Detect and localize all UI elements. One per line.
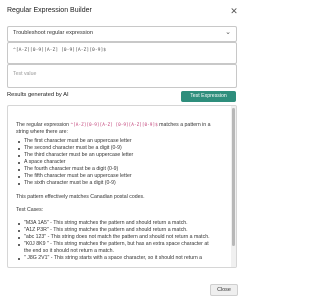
test-case-item: "K0J 8K9 " - This string matches the pat… xyxy=(24,241,209,247)
bullet-dot xyxy=(18,258,20,260)
bullet-dot xyxy=(18,176,20,178)
bullet-item: A space character xyxy=(24,159,66,165)
bullet-dot xyxy=(18,148,20,150)
close-icon[interactable]: ✕ xyxy=(229,6,239,16)
dialog-title: Regular Expression Builder xyxy=(7,7,92,14)
bullet-dot xyxy=(18,230,20,232)
bullet-dot xyxy=(18,155,20,157)
test-value-placeholder: Test value xyxy=(13,71,37,77)
test-case-item: " J8G 2V1" - This string starts with a s… xyxy=(24,255,203,261)
test-case-item: "abc 123" - This string does not match t… xyxy=(24,234,210,240)
bullet-item: The second character must be a digit (0-… xyxy=(24,145,122,151)
bullet-dot xyxy=(18,162,20,164)
bullet-item: The fifth character must be an uppercase… xyxy=(24,173,132,179)
bullet-dot xyxy=(18,141,20,143)
result-scrollbar[interactable] xyxy=(231,106,236,267)
result-content: The regular expression ^[A-Z][0-9][A-Z] … xyxy=(8,106,229,267)
intro-line2: string where there are: xyxy=(16,129,68,135)
result-summary: This pattern effectively matches Canadia… xyxy=(16,194,145,200)
bullet-dot xyxy=(18,223,20,225)
test-case-item: "A1Z P3R" - This string matches the patt… xyxy=(24,227,188,233)
result-panel[interactable]: The regular expression ^[A-Z][0-9][A-Z] … xyxy=(7,105,237,268)
bullet-item: The fourth character must be a digit (0-… xyxy=(24,166,119,172)
intro-suffix: matches a pattern in a xyxy=(157,122,211,128)
test-case-item: "M3A 1A5" - This string matches the patt… xyxy=(24,220,188,226)
mode-select-value: Troubleshoot regular expression xyxy=(13,30,94,36)
test-expression-button[interactable]: Test Expression xyxy=(181,91,236,102)
bullet-dot xyxy=(18,244,20,246)
intro-prefix: The regular expression xyxy=(16,122,71,128)
regex-input[interactable]: ^[A-Z][0-9][A-Z] [0-9][A-Z][0-9]$ xyxy=(7,42,237,64)
ai-results-label: Results generated by AI xyxy=(7,92,69,98)
test-cases-label: Test Cases: xyxy=(16,207,44,213)
chevron-down-icon: ⌄ xyxy=(225,29,231,36)
result-scroll-thumb[interactable] xyxy=(232,108,235,246)
test-value-input[interactable]: Test value xyxy=(7,64,237,88)
regex-builder-dialog: Regular Expression Builder ✕ Troubleshoo… xyxy=(0,0,245,300)
bullet-dot xyxy=(18,183,20,185)
bullet-dot xyxy=(18,237,20,239)
intro-code: ^[A-Z][0-9][A-Z] [0-9][A-Z][0-9]$ xyxy=(70,123,158,128)
bullet-item: The first character must be an uppercase… xyxy=(24,138,132,144)
regex-input-value: ^[A-Z][0-9][A-Z] [0-9][A-Z][0-9]$ xyxy=(13,48,107,53)
bullet-dot xyxy=(18,169,20,171)
bullet-item: The sixth character must be a digit (0-9… xyxy=(24,180,116,186)
mode-select[interactable]: Troubleshoot regular expression ⌄ xyxy=(7,26,237,42)
result-intro: The regular expression ^[A-Z][0-9][A-Z] … xyxy=(16,122,211,129)
dialog-header: Regular Expression Builder ✕ xyxy=(0,0,245,24)
bullet-item: The third character must be an uppercase… xyxy=(24,152,134,158)
close-button[interactable]: Close xyxy=(210,284,238,296)
test-case-item-cont: the end so it should not return a match. xyxy=(24,248,114,254)
